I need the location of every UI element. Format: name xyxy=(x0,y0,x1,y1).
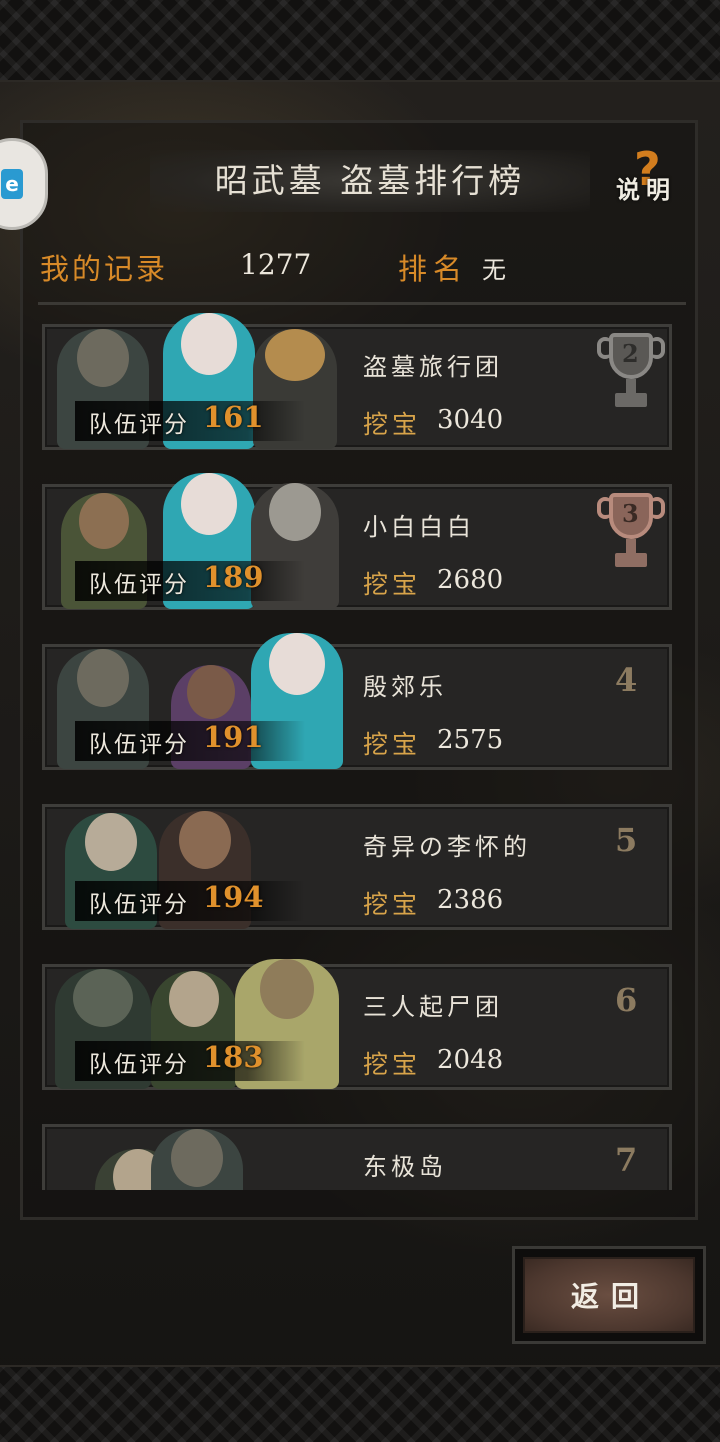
leaderboard-row[interactable]: 队伍评分 161 盗墓旅行团 挖宝 3040 2 xyxy=(42,313,672,450)
my-record-value: 1277 xyxy=(240,248,312,281)
dig-value: 2575 xyxy=(437,725,504,755)
team-score-label: 队伍评分 xyxy=(89,572,189,598)
rank-number: 6 xyxy=(615,981,638,1019)
help-button[interactable]: ? 说明 xyxy=(612,142,692,208)
trophy-rank: 2 xyxy=(622,339,639,368)
page-title: 昭武墓 盗墓排行榜 xyxy=(214,161,526,200)
team-score-value: 161 xyxy=(203,400,264,434)
team-score-value: 191 xyxy=(203,720,264,754)
team-name: 盗墓旅行团 xyxy=(363,353,503,381)
my-record-label: 我的记录 xyxy=(40,252,169,286)
character-portrait xyxy=(151,1129,243,1190)
leaderboard-row[interactable]: 队伍评分 191 殷郊乐 挖宝 2575 4 xyxy=(42,633,672,770)
leaderboard-row[interactable]: 队伍评分 189 小白白白 挖宝 2680 3 xyxy=(42,473,672,610)
dig-value: 3040 xyxy=(437,405,504,435)
trophy-rank: 3 xyxy=(622,499,639,528)
dig-value: 2680 xyxy=(437,565,504,595)
dig-label: 挖宝 xyxy=(363,410,422,439)
leaderboard-row[interactable]: 东极岛 7 xyxy=(42,1124,672,1190)
divider xyxy=(38,302,686,305)
top-border xyxy=(0,0,720,82)
team-portraits xyxy=(51,1105,351,1190)
dig-label: 挖宝 xyxy=(363,1050,422,1079)
my-rank-label: 排名 xyxy=(398,252,469,286)
team-score-value: 183 xyxy=(203,1040,264,1074)
team-score-value: 194 xyxy=(203,880,264,914)
back-button-label: 返回 xyxy=(570,1280,651,1313)
team-name: 东极岛 xyxy=(363,1153,447,1181)
dig-label: 挖宝 xyxy=(363,570,422,599)
back-button[interactable]: 返回 xyxy=(512,1246,706,1344)
team-name: 殷郊乐 xyxy=(363,673,447,701)
dig-value: 2048 xyxy=(437,1045,504,1075)
team-score-label: 队伍评分 xyxy=(89,732,189,758)
silver-trophy-icon: 2 xyxy=(593,327,669,417)
dig-label: 挖宝 xyxy=(363,730,422,759)
app-badge-icon: e xyxy=(1,169,23,199)
leaderboard-row[interactable]: 队伍评分 183 三人起尸团 挖宝 2048 6 xyxy=(42,959,672,1090)
team-name: 小白白白 xyxy=(363,513,475,541)
team-score-value: 189 xyxy=(203,560,264,594)
team-score-label: 队伍评分 xyxy=(89,412,189,438)
dig-value: 2386 xyxy=(437,885,504,915)
rank-number: 4 xyxy=(615,661,638,699)
dig-label: 挖宝 xyxy=(363,890,422,919)
help-label: 说明 xyxy=(616,175,676,204)
team-score-label: 队伍评分 xyxy=(89,1052,189,1078)
team-name: 奇异の李怀的 xyxy=(363,833,531,861)
team-score-label: 队伍评分 xyxy=(89,892,189,918)
leaderboard-row[interactable]: 队伍评分 194 奇异の李怀的 挖宝 2386 5 xyxy=(42,804,672,930)
rank-number: 5 xyxy=(615,821,638,859)
rank-number: 7 xyxy=(615,1141,638,1179)
leaderboard-list[interactable]: 队伍评分 161 盗墓旅行团 挖宝 3040 2 队伍评分 189 小白白白 挖… xyxy=(38,310,688,1190)
back-button-face: 返回 xyxy=(523,1257,695,1333)
bronze-trophy-icon: 3 xyxy=(593,487,669,577)
my-rank-value: 无 xyxy=(482,256,506,284)
bottom-border xyxy=(0,1365,720,1442)
team-name: 三人起尸团 xyxy=(363,993,503,1021)
